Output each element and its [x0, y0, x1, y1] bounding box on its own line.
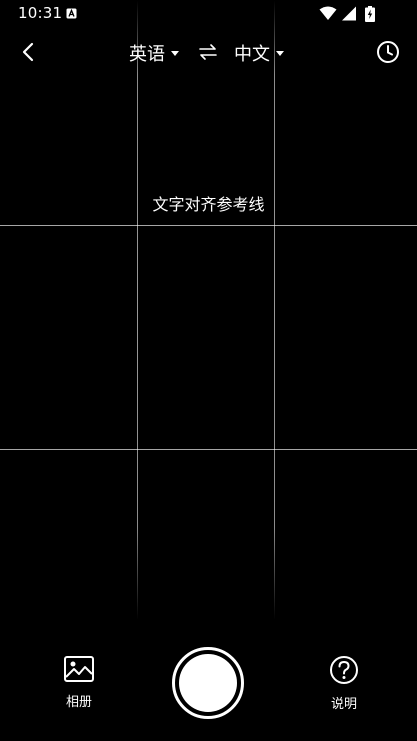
cellular-signal-icon	[342, 6, 356, 21]
clock-icon[interactable]	[375, 39, 401, 65]
shutter-inner	[179, 654, 237, 712]
notification-a-icon	[66, 8, 77, 19]
source-language-label: 英语	[129, 44, 165, 65]
caret-down-icon	[276, 50, 284, 56]
help-button[interactable]: 说明	[314, 655, 374, 712]
status-icons	[319, 6, 389, 22]
question-circle-icon	[330, 656, 358, 684]
target-language-selector[interactable]: 中文	[234, 40, 284, 66]
grid-line-vertical	[274, 0, 275, 620]
image-icon	[64, 656, 94, 682]
status-time: 10:31	[18, 4, 63, 22]
grid-line-horizontal	[0, 225, 417, 226]
shutter-button[interactable]	[172, 647, 244, 719]
help-label: 说明	[330, 697, 357, 712]
battery-charging-icon	[365, 6, 375, 22]
album-button[interactable]: 相册	[49, 655, 109, 710]
text-alignment-guide-label: 文字对齐参考线	[152, 195, 265, 214]
wifi-icon	[319, 6, 337, 20]
grid-line-horizontal	[0, 449, 417, 450]
caret-down-icon	[171, 50, 179, 56]
grid-line-vertical	[137, 0, 138, 620]
swap-arrows-icon[interactable]	[198, 41, 218, 63]
album-label: 相册	[65, 695, 92, 710]
status-bar: 10:31	[0, 0, 417, 28]
back-button[interactable]	[12, 36, 44, 68]
chevron-left-icon	[22, 42, 34, 62]
target-language-label: 中文	[234, 44, 270, 65]
